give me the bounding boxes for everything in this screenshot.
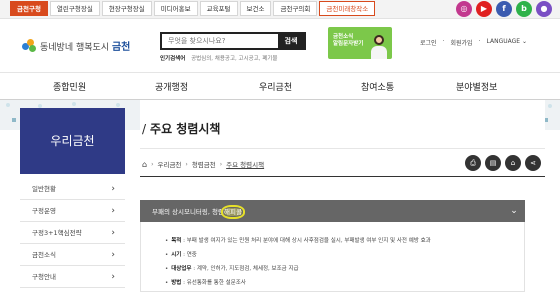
- main-content: / 주요 청렴시책 ⌂ › 우리금천 › 청렴금천 › 주요 청렴시책 ⎙ ▤ ⌂…: [140, 100, 545, 292]
- accordion-item: • 방법 : 유선통화를 통한 설문조사: [165, 280, 246, 286]
- search-input[interactable]: [162, 34, 278, 48]
- youtube-icon[interactable]: ▶: [476, 1, 492, 17]
- signup-link[interactable]: 회원가입: [450, 38, 472, 47]
- chevron-right-icon: ›: [111, 206, 115, 216]
- utility-links: 로그인 · 회원가입 · LANGUAGE ⌄: [420, 38, 527, 47]
- sidebar-item-overview[interactable]: 일반현황 ›: [20, 178, 125, 200]
- chevron-right-icon: ›: [111, 184, 115, 194]
- sidebar-item-label: 금천소식: [32, 251, 56, 259]
- blog-icon[interactable]: b: [516, 1, 532, 17]
- sidebar-item-office-guide[interactable]: 구청안내 ›: [20, 266, 125, 288]
- person-illustration-icon: [370, 33, 388, 59]
- tab-mayor-office[interactable]: 열린구청장실: [49, 1, 100, 16]
- tab-field-office[interactable]: 현장구청장실: [101, 1, 152, 16]
- chevron-right-icon: ›: [219, 160, 223, 168]
- chevron-right-icon: ›: [151, 160, 154, 168]
- home-icon[interactable]: ⌂: [142, 160, 147, 169]
- site-logo[interactable]: 동네방네 행복도시 금천: [22, 38, 130, 53]
- tab-council[interactable]: 금천구의회: [273, 1, 318, 16]
- sms-banner[interactable]: 금천소식 알림문자받기: [328, 27, 392, 59]
- highlighted-text: 해피콜: [220, 205, 245, 219]
- tab-education[interactable]: 교육포털: [199, 1, 238, 16]
- sns-links: ◎ ▶ f b ●: [456, 1, 552, 17]
- page-tools: ⎙ ▤ ⌂ ⋖: [465, 155, 541, 171]
- nav-participation[interactable]: 참여소통: [361, 80, 394, 93]
- chevron-right-icon: ›: [111, 228, 115, 238]
- accordion-item: • 목적 : 부패 발생 여지가 있는 민원 처리 분야에 대해 상시 사후점검을…: [165, 238, 431, 244]
- accordion-item: • 시기 : 연중: [165, 252, 197, 258]
- chevron-right-icon: ›: [185, 160, 188, 168]
- login-link[interactable]: 로그인: [420, 38, 437, 47]
- logo-text: 동네방네 행복도시 금천: [40, 42, 131, 53]
- language-select[interactable]: LANGUAGE ⌄: [487, 38, 528, 47]
- instagram-icon[interactable]: ◎: [456, 1, 472, 17]
- accordion-body: • 목적 : 부패 발생 여지가 있는 민원 처리 분야에 대해 상시 사후점검을…: [140, 222, 525, 292]
- accordion-header[interactable]: 부패의 상시모니터링, 청렴해피콜 ⌄: [140, 200, 525, 222]
- nav-field-info[interactable]: 분야별정보: [456, 80, 497, 93]
- chevron-right-icon: ›: [111, 272, 115, 282]
- share-icon[interactable]: ⋖: [525, 155, 541, 171]
- site-header: 동네방네 행복도시 금천 검색 인기검색어 공법심의, 채용공고, 고시공고, …: [0, 20, 560, 72]
- print-icon[interactable]: ⎙: [465, 155, 481, 171]
- chevron-down-icon: ⌄: [521, 38, 528, 45]
- sidebar-item-news[interactable]: 금천소식 ›: [20, 244, 125, 266]
- top-site-bar: 금천구청 열린구청장실 현장구청장실 미디어홍보 교육포털 보건소 금천구의회 …: [0, 0, 560, 19]
- sidebar-item-administration[interactable]: 구정운영 ›: [20, 200, 125, 222]
- search-button[interactable]: 검색: [278, 34, 304, 48]
- tab-health-center[interactable]: 보건소: [239, 1, 272, 16]
- sidebar-menu: 일반현황 › 구정운영 › 구정3+1핵심전략 › 금천소식 › 구청안내 ›: [20, 178, 125, 288]
- nav-our-geumcheon[interactable]: 우리금천: [259, 80, 292, 93]
- main-nav: 종합민원 공개행정 우리금천 참여소통 분야별정보: [0, 72, 560, 100]
- breadcrumb-item[interactable]: 우리금천: [157, 159, 181, 169]
- popular-searches: 인기검색어 공법심의, 채용공고, 고시공고, 폐기물: [160, 54, 277, 62]
- separator: ·: [478, 38, 481, 45]
- sidebar-item-label: 구정3+1핵심전략: [32, 229, 82, 237]
- logo-mark-icon: [22, 38, 36, 53]
- nav-civil-service[interactable]: 종합민원: [53, 80, 86, 93]
- tab-future-lab[interactable]: 금천미래창작소: [319, 1, 376, 16]
- sidebar-item-label: 구정운영: [32, 207, 56, 215]
- lock-icon[interactable]: ⌂: [505, 155, 521, 171]
- title-slash-icon: /: [142, 122, 147, 136]
- tab-guchung[interactable]: 금천구청: [10, 1, 48, 16]
- breadcrumb-divider: [140, 176, 545, 177]
- accordion-title: 부패의 상시모니터링, 청렴해피콜: [152, 205, 245, 219]
- accordion-item: • 대상업무 : 계약, 인허가, 지도점검, 체세정, 보조금 지급: [165, 266, 299, 272]
- search-box: 검색: [160, 32, 306, 50]
- chevron-right-icon: ›: [111, 250, 115, 260]
- sidebar-item-label: 일반현황: [32, 185, 56, 193]
- banner-text: 금천소식 알림문자받기: [333, 34, 364, 47]
- kakao-icon[interactable]: ●: [536, 1, 552, 17]
- title-divider: [140, 148, 545, 149]
- page-title: / 주요 청렴시책: [142, 122, 221, 136]
- sidebar-item-label: 구청안내: [32, 273, 56, 281]
- popular-label: 인기검색어: [160, 56, 186, 62]
- nav-open-admin[interactable]: 공개행정: [155, 80, 188, 93]
- breadcrumb-current[interactable]: 주요 청렴시책: [226, 159, 264, 169]
- document-icon[interactable]: ▤: [485, 155, 501, 171]
- breadcrumb: ⌂ › 우리금천 › 청렴금천 › 주요 청렴시책: [142, 159, 264, 170]
- sidebar-title: 우리금천: [20, 108, 125, 174]
- chevron-down-icon[interactable]: ⌄: [503, 200, 525, 222]
- sidebar-item-strategy[interactable]: 구정3+1핵심전략 ›: [20, 222, 125, 244]
- breadcrumb-item[interactable]: 청렴금천: [192, 159, 216, 169]
- tab-media[interactable]: 미디어홍보: [153, 1, 198, 16]
- popular-terms[interactable]: 공법심의, 채용공고, 고시공고, 폐기물: [191, 56, 277, 62]
- site-tabs: 금천구청 열린구청장실 현장구청장실 미디어홍보 교육포털 보건소 금천구의회 …: [10, 1, 376, 16]
- facebook-icon[interactable]: f: [496, 1, 512, 17]
- separator: ·: [442, 38, 445, 45]
